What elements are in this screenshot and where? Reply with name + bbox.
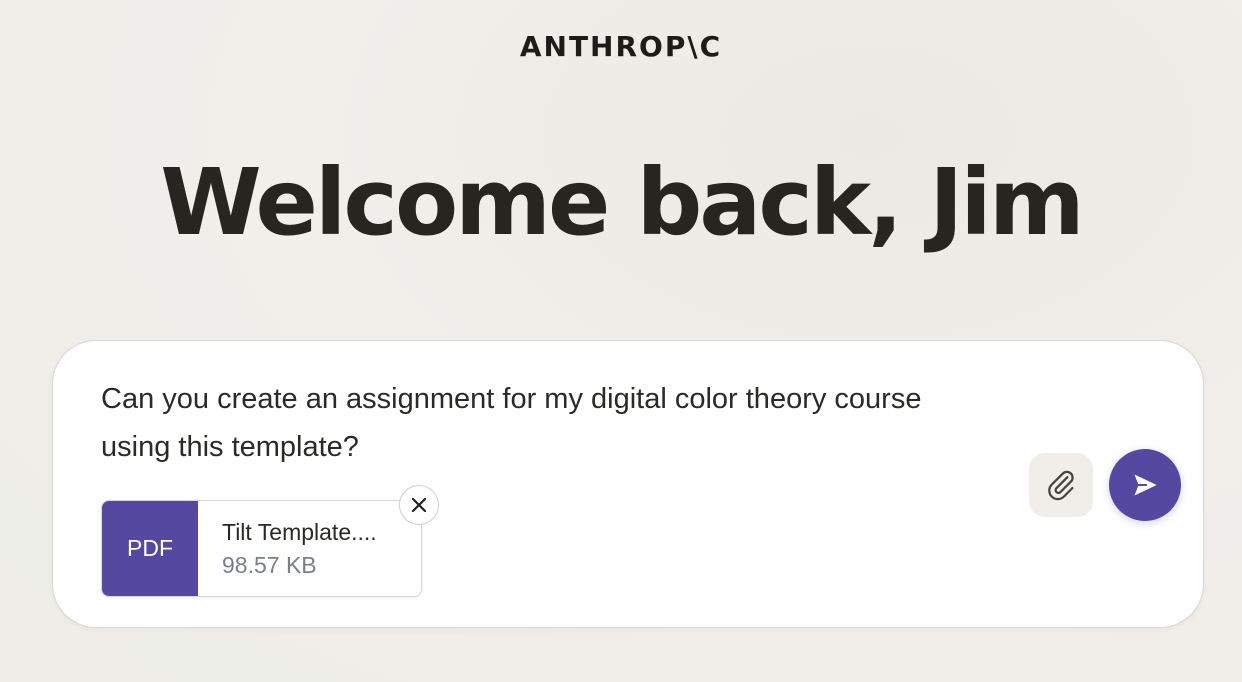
send-arrow-icon bbox=[1134, 474, 1157, 496]
welcome-heading: Welcome back, Jim bbox=[160, 149, 1084, 256]
attachment-file-name: Tilt Template.... bbox=[222, 519, 377, 545]
send-button[interactable] bbox=[1109, 449, 1181, 521]
message-composer: Can you create an assignment for my digi… bbox=[52, 340, 1204, 628]
message-input[interactable]: Can you create an assignment for my digi… bbox=[101, 375, 941, 471]
file-attachment-card[interactable]: PDF Tilt Template.... 98.57 KB bbox=[101, 485, 439, 597]
paperclip-icon bbox=[1048, 470, 1074, 501]
attachment-file-size: 98.57 KB bbox=[222, 552, 317, 578]
attach-file-button[interactable] bbox=[1029, 453, 1093, 517]
anthropic-logo: ANTHROP\C bbox=[519, 30, 723, 63]
close-icon bbox=[411, 497, 427, 513]
remove-attachment-button[interactable] bbox=[399, 485, 439, 525]
file-type-badge: PDF bbox=[102, 501, 198, 596]
